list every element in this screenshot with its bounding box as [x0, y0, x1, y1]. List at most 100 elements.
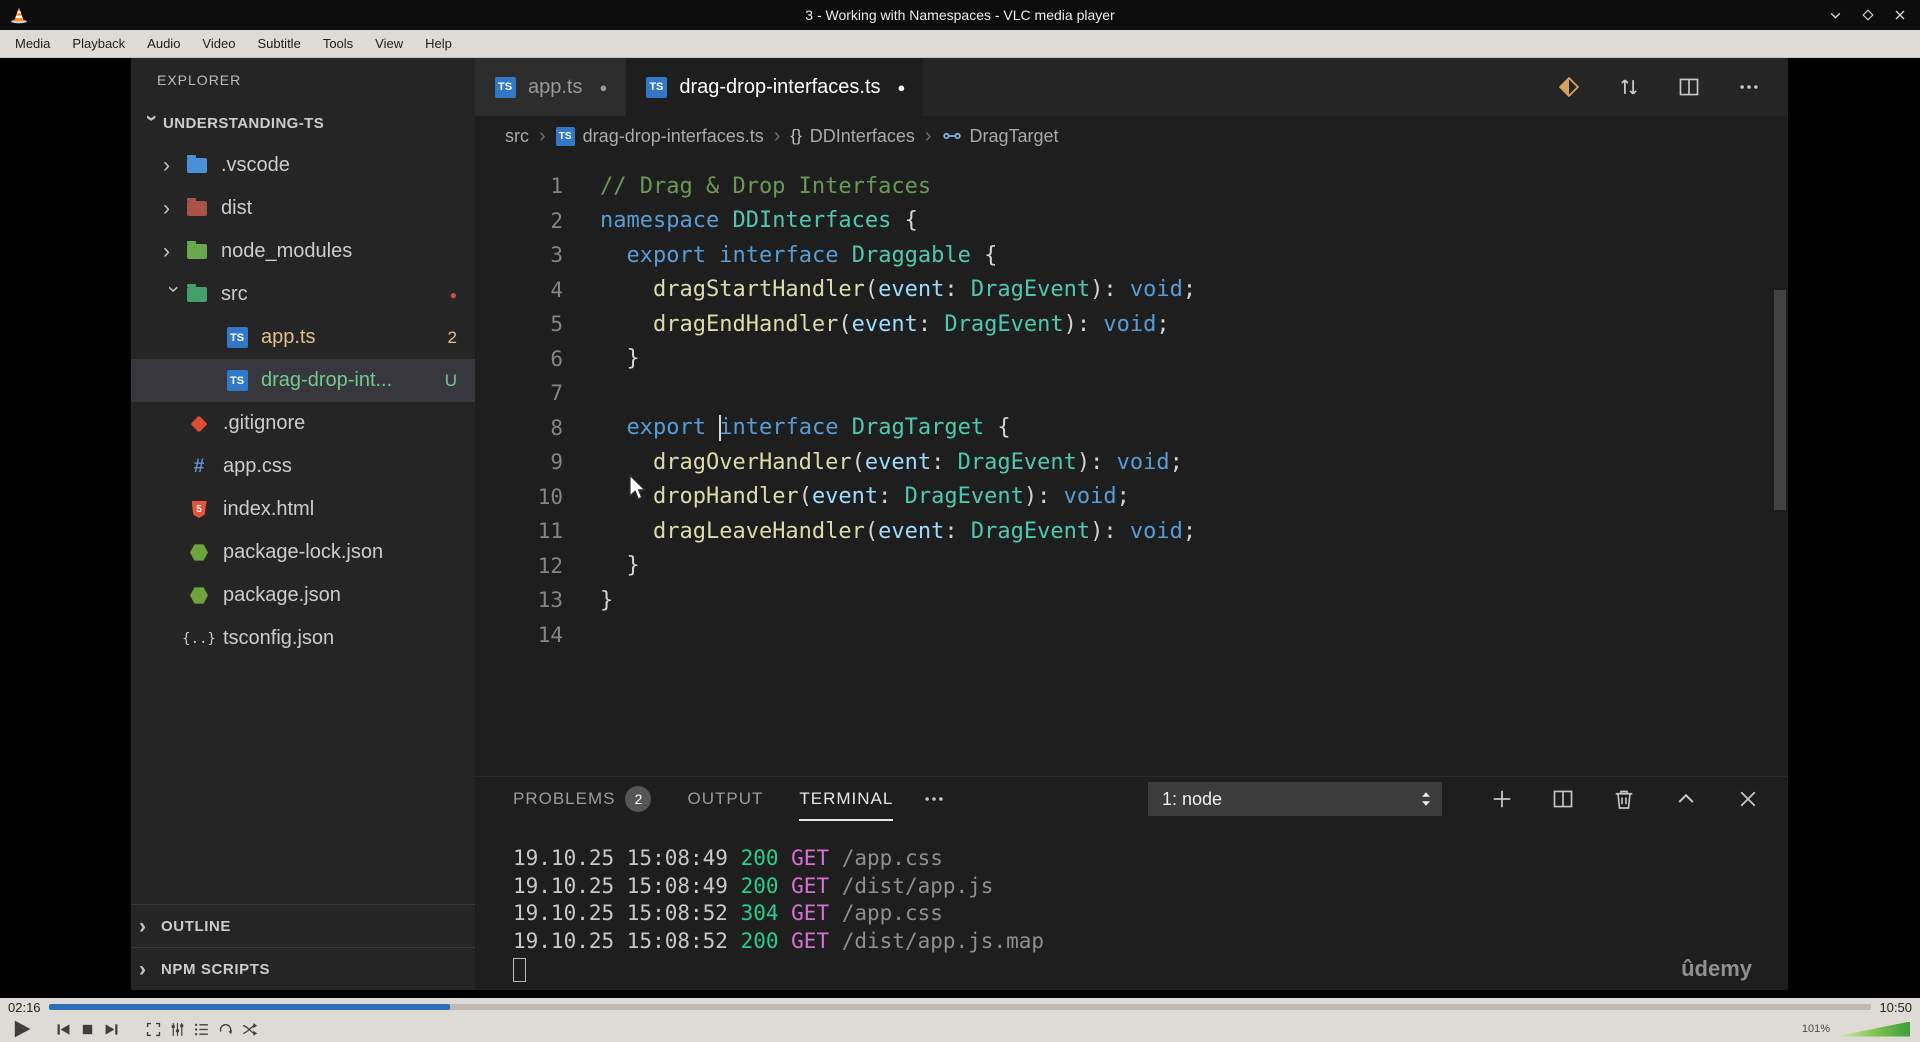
breadcrumb-item-src[interactable]: src: [505, 126, 529, 147]
code-editor[interactable]: 1// Drag & Drop Interfaces 2 namespace DDI…: [475, 156, 1788, 776]
css-file-icon: #: [193, 455, 205, 477]
stop-button[interactable]: [79, 1021, 96, 1038]
menu-audio[interactable]: Audio: [136, 31, 191, 56]
terminal-shell-selector[interactable]: 1: node: [1148, 782, 1442, 816]
code-line-1[interactable]: 1 // Drag & Drop Interfaces: [475, 169, 1788, 204]
tree-item-package-lock-json[interactable]: package-lock.json: [131, 531, 475, 574]
terminal-http-method: GET: [791, 873, 842, 898]
file-label: node_modules: [221, 240, 353, 262]
code-line-13[interactable]: 13}: [475, 583, 1788, 618]
tree-item-node-modules[interactable]: › node_modules: [131, 230, 475, 273]
code-line-7[interactable]: 7: [475, 376, 1788, 411]
panel-tab-terminal[interactable]: TERMINAL: [799, 777, 893, 821]
panel-tab-output[interactable]: OUTPUT: [687, 777, 763, 821]
code-line-2[interactable]: 2 namespace DDInterfaces {: [475, 204, 1788, 239]
new-terminal-button[interactable]: [1490, 787, 1514, 811]
minimize-button[interactable]: [1829, 9, 1842, 22]
compare-changes-icon[interactable]: [1618, 76, 1640, 98]
explorer-root-folder[interactable]: › UNDERSTANDING-TS: [131, 102, 475, 144]
title-bar[interactable]: 3 - Working with Namespaces - VLC media …: [0, 0, 1920, 30]
volume-control[interactable]: 101%: [1802, 1021, 1910, 1037]
git-status-badge: U: [444, 370, 457, 390]
fullscreen-button[interactable]: [145, 1021, 162, 1038]
tree-item-drag-drop-int[interactable]: TS drag-drop-int... U: [131, 359, 475, 402]
menu-tools[interactable]: Tools: [312, 31, 364, 56]
code-line-5[interactable]: 5 dragEndHandler(event: DragEvent): void…: [475, 307, 1788, 342]
menu-view[interactable]: View: [364, 31, 414, 56]
menu-subtitle[interactable]: Subtitle: [246, 31, 311, 56]
code-token: interface: [719, 242, 839, 268]
panel-tab-problems[interactable]: PROBLEMS 2: [513, 777, 652, 821]
maximize-button[interactable]: [1862, 9, 1874, 21]
tree-item-package-json[interactable]: package.json: [131, 574, 475, 617]
more-actions-icon[interactable]: [1738, 76, 1760, 98]
seek-bar[interactable]: [48, 1004, 1872, 1010]
section-npm-scripts[interactable]: › NPM SCRIPTS: [131, 947, 475, 990]
volume-slider[interactable]: [1836, 1021, 1910, 1037]
tree-item-app-ts[interactable]: TS app.ts 2: [131, 316, 475, 359]
code-token: dropHandler: [652, 484, 799, 510]
code-line-14[interactable]: 14: [475, 618, 1788, 653]
terminal-output[interactable]: 19.10.25 15:08:49 200 GET /app.css 19.10.…: [475, 821, 1788, 990]
editor-tab-app-ts[interactable]: TS app.ts ●: [475, 58, 627, 116]
code-line-4[interactable]: 4 dragStartHandler(event: DragEvent): vo…: [475, 273, 1788, 308]
video-area[interactable]: EXPLORER › UNDERSTANDING-TS › .vscode › dis…: [0, 58, 1920, 998]
git-icon: [187, 412, 211, 436]
more-actions-icon[interactable]: [923, 788, 945, 810]
tree-item-tsconfig-json[interactable]: {..} tsconfig.json: [131, 617, 475, 660]
editor-tab-drag-drop-interfaces-ts[interactable]: TS drag-drop-interfaces.ts ●: [626, 58, 925, 116]
menu-media[interactable]: Media: [4, 31, 61, 56]
split-terminal-button[interactable]: [1552, 788, 1574, 810]
close-panel-button[interactable]: [1736, 787, 1760, 811]
menu-help[interactable]: Help: [414, 31, 463, 56]
menu-playback[interactable]: Playback: [61, 31, 136, 56]
loop-button[interactable]: [217, 1021, 234, 1038]
tree-item-index-html[interactable]: 5 index.html: [131, 488, 475, 531]
code-line-9[interactable]: 9 dragOverHandler(event: DragEvent): voi…: [475, 445, 1788, 480]
playlist-button[interactable]: [193, 1021, 210, 1038]
tree-item-dist[interactable]: › dist: [131, 187, 475, 230]
random-button[interactable]: [241, 1021, 258, 1038]
line-number: 12: [537, 553, 563, 578]
kill-terminal-button[interactable]: [1612, 787, 1636, 811]
typescript-file-icon: TS: [555, 126, 575, 146]
open-changes-icon[interactable]: [1558, 76, 1580, 98]
modified-dot-icon[interactable]: ●: [599, 80, 607, 95]
code-line-11[interactable]: 11 dragLeaveHandler(event: DragEvent): v…: [475, 514, 1788, 549]
modified-dot-icon[interactable]: ●: [898, 80, 906, 95]
window-title: 3 - Working with Namespaces - VLC media …: [805, 7, 1115, 23]
breadcrumb-item-drag-drop-interfaces-ts[interactable]: TS drag-drop-interfaces.ts: [555, 126, 764, 147]
code-line-8[interactable]: 8 export interface DragTarget {: [475, 411, 1788, 446]
breadcrumb-item-ddinterfaces[interactable]: {} DDInterfaces: [790, 126, 914, 147]
play-button[interactable]: [10, 1017, 34, 1041]
breadcrumb-separator: ›: [924, 124, 932, 147]
line-number: 4: [550, 277, 563, 302]
close-button[interactable]: [1894, 9, 1906, 21]
extended-settings-button[interactable]: [169, 1021, 186, 1038]
code-token: :: [944, 518, 971, 544]
next-button[interactable]: [103, 1021, 120, 1038]
previous-button[interactable]: [55, 1021, 72, 1038]
code-line-3[interactable]: 3 export interface Draggable {: [475, 238, 1788, 273]
line-number: 13: [537, 588, 563, 613]
breadcrumb-item-dragtarget[interactable]: DragTarget: [942, 126, 1059, 147]
udemy-watermark: ûdemy: [1681, 956, 1752, 981]
tree-item-src[interactable]: › src ●: [131, 273, 475, 316]
menu-video[interactable]: Video: [191, 31, 246, 56]
line-number: 5: [550, 312, 563, 337]
editor-scrollbar[interactable]: [1774, 290, 1786, 510]
tree-item-gitignore[interactable]: .gitignore: [131, 402, 475, 445]
tree-item-app-css[interactable]: # app.css: [131, 445, 475, 488]
code-line-10[interactable]: 10 dropHandler(event: DragEvent): void;: [475, 480, 1788, 515]
code-token: void: [1129, 518, 1183, 544]
tree-item-vscode[interactable]: › .vscode: [131, 144, 475, 187]
file-label: .gitignore: [223, 412, 306, 434]
code-line-6[interactable]: 6 }: [475, 342, 1788, 377]
maximize-panel-button[interactable]: [1674, 787, 1698, 811]
folder-icon: [185, 197, 209, 221]
code-line-12[interactable]: 12 }: [475, 549, 1788, 584]
split-editor-icon[interactable]: [1678, 76, 1700, 98]
code-token: DragEvent: [970, 277, 1091, 303]
section-outline[interactable]: › OUTLINE: [131, 904, 475, 947]
terminal-request-path: /dist/app.js.map: [841, 928, 1045, 953]
